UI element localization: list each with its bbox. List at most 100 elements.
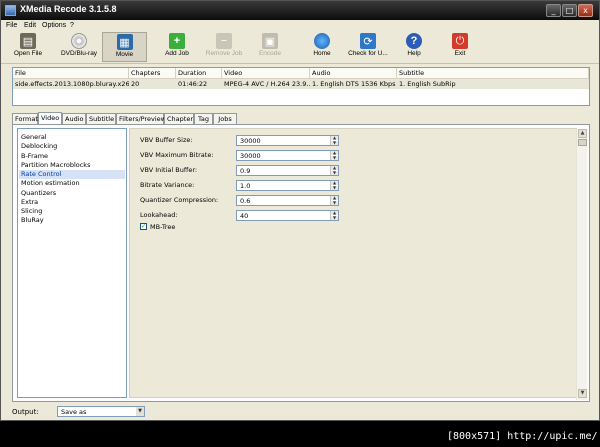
mb-tree-label: MB-Tree — [150, 223, 176, 231]
spin-arrows: ▲ ▼ — [330, 196, 338, 205]
column-audio[interactable]: Audio — [310, 68, 397, 79]
tab-subtitle[interactable]: Subtitle — [86, 113, 116, 124]
menu-file[interactable]: File — [6, 20, 17, 31]
column-subtitle[interactable]: Subtitle — [397, 68, 589, 79]
settings-scrollbar[interactable]: ▲ ▼ — [576, 129, 587, 400]
section-general[interactable]: General — [19, 133, 125, 142]
vbv-initial-buffer-label: VBV Initial Buffer: — [140, 166, 198, 174]
open-file-button[interactable]: ▤ Open File — [5, 32, 51, 62]
menu-edit[interactable]: Edit — [24, 20, 36, 31]
toolbar: ▤ Open File DVD/Blu-ray ▦ Movie + Add Jo… — [1, 31, 599, 64]
spin-down-icon[interactable]: ▼ — [331, 186, 338, 190]
refresh-icon: ⟳ — [360, 33, 376, 49]
scroll-down-icon[interactable]: ▼ — [578, 389, 587, 398]
cell-file[interactable]: side.effects.2013.1080p.bluray.x26... — [13, 79, 129, 89]
section-rate-control[interactable]: Rate Control — [19, 170, 125, 179]
spin-arrows: ▲ ▼ — [330, 181, 338, 190]
spin-down-icon[interactable]: ▼ — [331, 216, 338, 220]
cell-audio[interactable]: 1. English DTS 1536 Kbps ... — [310, 79, 397, 89]
tab-tag[interactable]: Tag — [194, 113, 213, 124]
help-icon: ? — [406, 33, 422, 49]
section-extra[interactable]: Extra — [19, 198, 125, 207]
quantizer-compression-value: 0.6 — [240, 197, 251, 205]
encode-icon: ▣ — [262, 33, 278, 49]
check-updates-button[interactable]: ⟳ Check for U... — [344, 32, 392, 62]
add-job-button[interactable]: + Add Job — [154, 32, 200, 62]
column-chapters[interactable]: Chapters — [129, 68, 176, 79]
vbv-initial-buffer-spinner[interactable]: 0.9 ▲ ▼ — [236, 165, 339, 176]
spin-arrows: ▲ ▼ — [330, 136, 338, 145]
spin-arrows: ▲ ▼ — [330, 166, 338, 175]
spin-down-icon[interactable]: ▼ — [331, 201, 338, 205]
close-button[interactable]: x — [578, 4, 593, 17]
quantizer-compression-label: Quantizer Compression: — [140, 196, 219, 204]
cell-chapters[interactable]: 20 — [129, 79, 176, 89]
mb-tree-checkbox[interactable]: ✓ — [140, 223, 147, 230]
output-label: Output: — [12, 408, 39, 416]
cell-duration[interactable]: 01:46:22 — [176, 79, 222, 89]
menu-options[interactable]: Options — [42, 20, 66, 31]
exit-button[interactable]: ⏻ Exit — [438, 32, 482, 62]
tab-audio[interactable]: Audio — [62, 113, 86, 124]
scroll-up-icon[interactable]: ▲ — [578, 129, 587, 138]
spin-arrows: ▲ ▼ — [330, 151, 338, 160]
minimize-button[interactable]: _ — [546, 4, 561, 17]
home-button[interactable]: Home — [300, 32, 344, 62]
column-video[interactable]: Video — [222, 68, 310, 79]
spin-down-icon[interactable]: ▼ — [331, 141, 338, 145]
menu-help[interactable]: ? — [70, 20, 74, 31]
encode-button[interactable]: ▣ Encode — [248, 32, 292, 62]
vbv-max-bitrate-spinner[interactable]: 30000 ▲ ▼ — [236, 150, 339, 161]
section-b-frame[interactable]: B-Frame — [19, 152, 125, 161]
chevron-down-icon[interactable]: ▼ — [136, 407, 144, 416]
remove-icon: − — [216, 33, 232, 49]
section-bluray[interactable]: BluRay — [19, 216, 125, 225]
quantizer-compression-spinner[interactable]: 0.6 ▲ ▼ — [236, 195, 339, 206]
bitrate-variance-spinner[interactable]: 1.0 ▲ ▼ — [236, 180, 339, 191]
globe-icon — [314, 33, 330, 49]
remove-job-button[interactable]: − Remove Job — [201, 32, 247, 62]
window-title: XMedia Recode 3.1.5.8 — [20, 4, 117, 14]
section-slicing[interactable]: Slicing — [19, 207, 125, 216]
title-bar[interactable]: XMedia Recode 3.1.5.8 _ □ x — [1, 1, 599, 20]
spin-down-icon[interactable]: ▼ — [331, 171, 338, 175]
tab-jobs[interactable]: Jobs — [213, 113, 237, 124]
tab-filters-preview[interactable]: Filters/Preview — [116, 113, 166, 124]
file-list[interactable]: File Chapters Duration Video Audio Subti… — [12, 67, 590, 106]
lookahead-value: 40 — [240, 212, 249, 220]
help-button[interactable]: ? Help — [392, 32, 436, 62]
film-icon: ▦ — [116, 34, 133, 50]
app-window: XMedia Recode 3.1.5.8 _ □ x File Edit Op… — [0, 0, 600, 421]
bitrate-variance-value: 1.0 — [240, 182, 251, 190]
column-file[interactable]: File — [13, 68, 129, 79]
section-deblocking[interactable]: Deblocking — [19, 142, 125, 151]
vbv-buffer-size-spinner[interactable]: 30000 ▲ ▼ — [236, 135, 339, 146]
cell-video[interactable]: MPEG-4 AVC / H.264 23.9... — [222, 79, 310, 89]
add-icon: + — [169, 33, 185, 49]
menu-bar: File Edit Options ? — [1, 20, 599, 31]
movie-button[interactable]: ▦ Movie — [102, 32, 147, 62]
column-duration[interactable]: Duration — [176, 68, 222, 79]
spin-down-icon[interactable]: ▼ — [331, 156, 338, 160]
dvd-bluray-button[interactable]: DVD/Blu-ray — [56, 32, 102, 62]
section-quantizers[interactable]: Quantizers — [19, 189, 125, 198]
rate-control-settings: VBV Buffer Size: 30000 ▲ ▼ VBV Maximum B… — [129, 128, 577, 398]
lookahead-label: Lookahead: — [140, 211, 178, 219]
vbv-max-bitrate-value: 30000 — [240, 152, 261, 160]
vbv-initial-buffer-value: 0.9 — [240, 167, 251, 175]
output-select[interactable]: Save as ▼ — [57, 406, 145, 417]
section-motion-estimation[interactable]: Motion estimation — [19, 179, 125, 188]
video-tab-panel: General Deblocking B-Frame Partition Mac… — [12, 124, 590, 402]
exit-icon: ⏻ — [452, 33, 468, 49]
lookahead-spinner[interactable]: 40 ▲ ▼ — [236, 210, 339, 221]
maximize-button[interactable]: □ — [562, 4, 577, 17]
tab-chapter[interactable]: Chapter — [164, 113, 194, 124]
cell-subtitle[interactable]: 1. English SubRip — [397, 79, 589, 89]
scroll-thumb[interactable] — [578, 139, 587, 146]
tab-format[interactable]: Format — [12, 113, 38, 124]
bitrate-variance-label: Bitrate Variance: — [140, 181, 195, 189]
video-section-list[interactable]: General Deblocking B-Frame Partition Mac… — [17, 128, 127, 398]
section-partition-macroblocks[interactable]: Partition Macroblocks — [19, 161, 125, 170]
open-file-icon: ▤ — [20, 33, 36, 49]
vbv-buffer-size-label: VBV Buffer Size: — [140, 136, 193, 144]
